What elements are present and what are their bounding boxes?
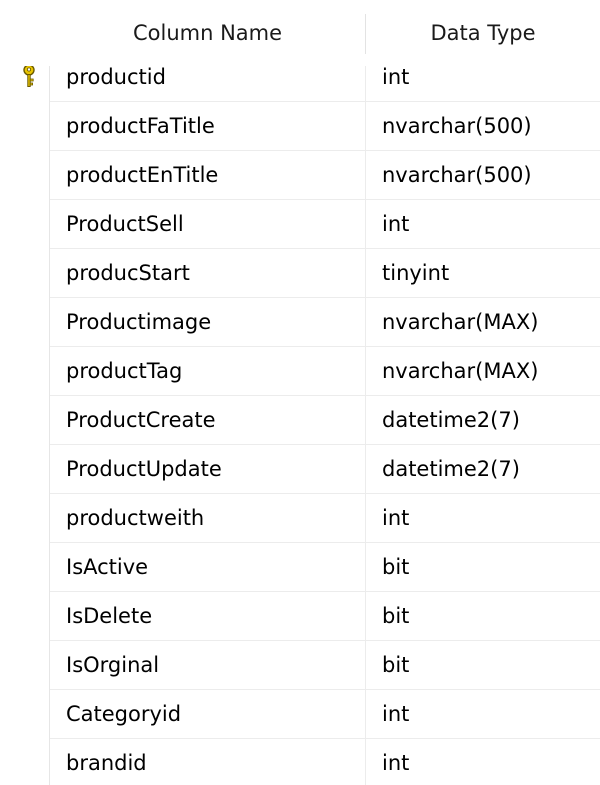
column-name-cell[interactable]: IsOrginal [66, 641, 356, 690]
cell-divider [365, 690, 366, 739]
table-row[interactable]: Productimage nvarchar(MAX) [0, 298, 600, 347]
column-name-cell[interactable]: IsActive [66, 543, 356, 592]
row-selector[interactable] [0, 543, 49, 592]
cell-divider [365, 494, 366, 543]
data-type-cell[interactable]: int [382, 739, 592, 785]
row-selector[interactable] [0, 249, 49, 298]
row-selector[interactable] [0, 641, 49, 690]
cell-divider [365, 200, 366, 249]
table-row[interactable]: brandid int [0, 739, 600, 785]
data-type-header[interactable]: Data Type [366, 0, 600, 66]
row-selector[interactable] [0, 445, 49, 494]
column-name-cell[interactable]: producStart [66, 249, 356, 298]
row-selector[interactable] [0, 494, 49, 543]
row-selector[interactable] [0, 690, 49, 739]
cell-divider [365, 592, 366, 641]
data-type-cell[interactable]: datetime2(7) [382, 445, 592, 494]
data-type-cell[interactable]: bit [382, 543, 592, 592]
table-row[interactable]: productFaTitle nvarchar(500) [0, 102, 600, 151]
table-row[interactable]: ProductCreate datetime2(7) [0, 396, 600, 445]
data-type-cell[interactable]: datetime2(7) [382, 396, 592, 445]
column-name-cell[interactable]: ProductSell [66, 200, 356, 249]
data-type-cell[interactable]: bit [382, 641, 592, 690]
row-selector[interactable] [0, 739, 49, 785]
cell-divider [365, 102, 366, 151]
cell-divider [365, 396, 366, 445]
cell-divider [365, 347, 366, 396]
column-name-cell[interactable]: brandid [66, 739, 356, 785]
row-selector[interactable] [0, 347, 49, 396]
cell-divider [365, 151, 366, 200]
table-row[interactable]: IsOrginal bit [0, 641, 600, 690]
table-row[interactable]: productweith int [0, 494, 600, 543]
cell-divider [365, 641, 366, 690]
data-type-cell[interactable]: int [382, 494, 592, 543]
row-selector[interactable] [0, 592, 49, 641]
column-name-cell[interactable]: productweith [66, 494, 356, 543]
grid-header: Column Name Data Type [0, 0, 600, 66]
data-type-cell[interactable]: nvarchar(MAX) [382, 347, 592, 396]
row-selector[interactable] [0, 298, 49, 347]
table-row[interactable]: producStart tinyint [0, 249, 600, 298]
column-name-cell[interactable]: ProductCreate [66, 396, 356, 445]
cell-divider [365, 543, 366, 592]
data-type-cell[interactable]: nvarchar(500) [382, 102, 592, 151]
data-type-cell[interactable]: nvarchar(500) [382, 151, 592, 200]
cell-divider [365, 249, 366, 298]
column-name-cell[interactable]: IsDelete [66, 592, 356, 641]
table-row[interactable]: ProductUpdate datetime2(7) [0, 445, 600, 494]
column-name-cell[interactable]: productEnTitle [66, 151, 356, 200]
data-type-cell[interactable]: bit [382, 592, 592, 641]
cell-divider [365, 298, 366, 347]
row-selector[interactable] [0, 200, 49, 249]
column-name-cell[interactable]: Productimage [66, 298, 356, 347]
table-row[interactable]: ProductSell int [0, 200, 600, 249]
table-row[interactable]: productEnTitle nvarchar(500) [0, 151, 600, 200]
cell-divider [365, 445, 366, 494]
data-type-cell[interactable]: tinyint [382, 249, 592, 298]
cell-divider [365, 739, 366, 785]
row-selector[interactable] [0, 151, 49, 200]
column-name-cell[interactable]: productFaTitle [66, 102, 356, 151]
data-type-cell[interactable]: int [382, 690, 592, 739]
row-selector[interactable] [0, 102, 49, 151]
table-row[interactable]: IsDelete bit [0, 592, 600, 641]
column-name-cell[interactable]: Categoryid [66, 690, 356, 739]
column-name-header[interactable]: Column Name [50, 0, 365, 66]
table-row[interactable]: Categoryid int [0, 690, 600, 739]
column-name-cell[interactable]: ProductUpdate [66, 445, 356, 494]
primary-key-icon [23, 64, 35, 87]
data-type-cell[interactable]: nvarchar(MAX) [382, 298, 592, 347]
data-type-cell[interactable]: int [382, 200, 592, 249]
table-designer-grid: productid int productFaTitle nvarchar(50… [0, 0, 600, 785]
column-rows: productid int productFaTitle nvarchar(50… [0, 53, 600, 785]
table-row[interactable]: productTag nvarchar(MAX) [0, 347, 600, 396]
table-row[interactable]: IsActive bit [0, 543, 600, 592]
column-name-cell[interactable]: productTag [66, 347, 356, 396]
row-selector[interactable] [0, 396, 49, 445]
